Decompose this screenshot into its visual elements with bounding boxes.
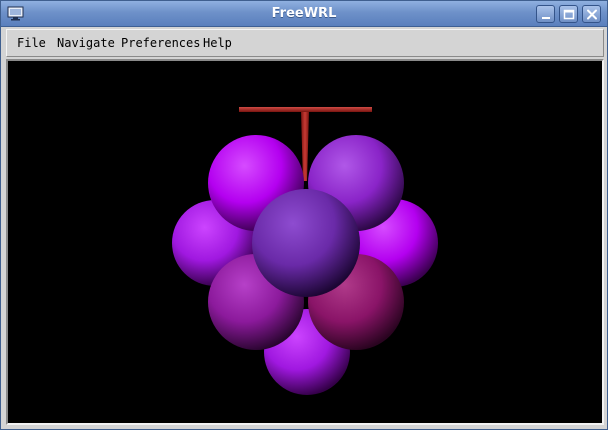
maximize-button[interactable] — [559, 5, 578, 23]
menu-file[interactable]: File — [13, 30, 50, 56]
viewport-frame — [6, 59, 604, 425]
maximize-icon — [563, 9, 575, 20]
3d-viewport[interactable] — [8, 61, 602, 423]
menu-help[interactable]: Help — [199, 30, 236, 56]
grape-center[interactable] — [252, 189, 360, 297]
window-title: FreeWRL — [271, 6, 337, 21]
stem-crossbar — [239, 107, 372, 112]
menu-navigate[interactable]: Navigate — [53, 30, 119, 56]
menu-preferences[interactable]: Preferences — [117, 30, 204, 56]
menu-bar: File Navigate Preferences Help — [6, 29, 604, 57]
close-button[interactable] — [582, 5, 601, 23]
minimize-icon — [542, 17, 550, 19]
title-bar[interactable]: FreeWRL — [1, 1, 607, 27]
grape-scene — [172, 107, 438, 395]
close-icon — [587, 9, 597, 20]
freewrl-window: FreeWRL File Navigate Preferences Help — [0, 0, 608, 430]
minimize-button[interactable] — [536, 5, 555, 23]
